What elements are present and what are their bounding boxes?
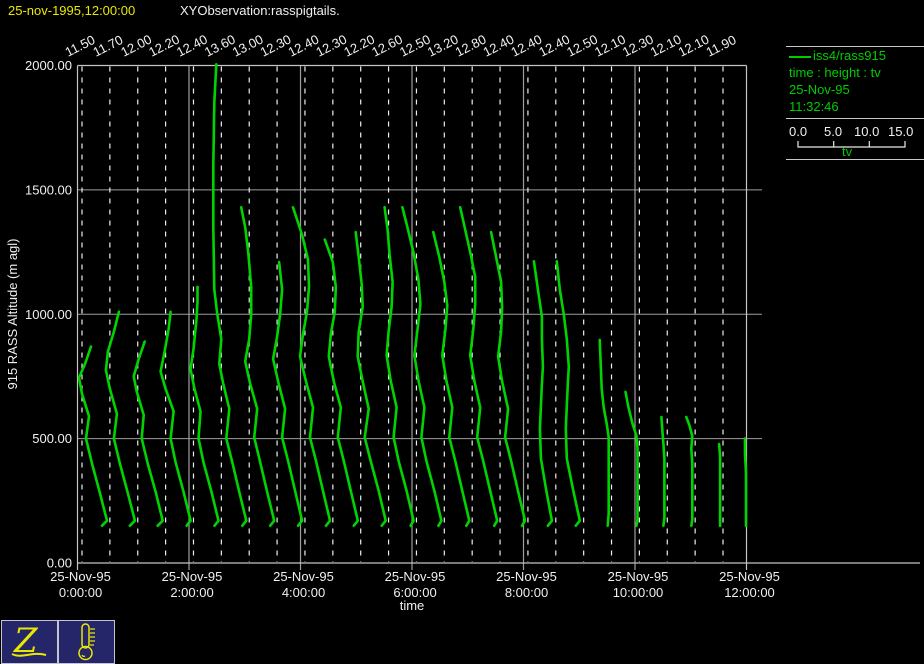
zebra-z-icon: Z bbox=[11, 621, 47, 661]
x-tick-date: 25-Nov-95 bbox=[50, 569, 111, 584]
pigtail-profile bbox=[717, 442, 722, 528]
pigtail-profile bbox=[291, 206, 332, 528]
tv-scale-ruler bbox=[797, 141, 906, 148]
thermometer-button[interactable] bbox=[58, 620, 115, 664]
legend-time: 11:32:46 bbox=[789, 99, 839, 114]
legend-date: 25-Nov-95 bbox=[789, 82, 850, 97]
x-tick-time: 12:00:00 bbox=[724, 585, 775, 600]
legend-separator bbox=[786, 118, 924, 119]
x-tick-date: 25-Nov-95 bbox=[385, 569, 446, 584]
series-line-sample bbox=[789, 55, 811, 58]
pigtail-profile bbox=[660, 415, 666, 528]
pigtail-profile bbox=[212, 63, 248, 528]
pigtail-profile bbox=[239, 206, 276, 528]
tv-scale-tick: 0.0 bbox=[789, 124, 808, 139]
legend-fields-row: time : height : tv bbox=[789, 65, 881, 80]
y-tick-label: 1000.00 bbox=[25, 307, 72, 322]
pigtail-profile bbox=[458, 206, 499, 528]
pigtail-profile bbox=[598, 338, 611, 528]
x-tick-date: 25-Nov-95 bbox=[162, 569, 223, 584]
x-tick-time: 2:00:00 bbox=[170, 585, 213, 600]
zebra-app-window: { "header": { "timestamp": "25-nov-1995,… bbox=[0, 0, 924, 664]
pigtail-profile bbox=[431, 230, 471, 528]
pigtail-profile bbox=[189, 285, 220, 528]
y-tick-label: 1500.00 bbox=[25, 182, 72, 197]
pigtail-profile bbox=[624, 390, 639, 528]
x-tick-date: 25-Nov-95 bbox=[719, 569, 780, 584]
x-tick-date: 25-Nov-95 bbox=[608, 569, 669, 584]
pigtail-profile bbox=[489, 230, 527, 528]
pigtail-profile bbox=[77, 345, 109, 528]
plot-legend: iss4/rass915 time : height : tv 25-Nov-9… bbox=[786, 46, 924, 119]
tv-scale: 0.0 5.0 10.0 15.0 tv bbox=[786, 122, 924, 162]
x-tick-time: 0:00:00 bbox=[59, 585, 102, 600]
pigtail-profile bbox=[555, 259, 582, 528]
y-tick-label: 2000.00 bbox=[25, 58, 72, 73]
pigtail-profile bbox=[401, 206, 443, 528]
x-axis-title: time bbox=[400, 598, 425, 613]
legend-series-row: iss4/rass915 bbox=[786, 47, 924, 64]
y-axis-title: 915 RASS Altitude (m agl) bbox=[5, 238, 20, 389]
zebra-logo-button[interactable]: Z bbox=[1, 620, 58, 664]
x-tick-time: 10:00:00 bbox=[613, 585, 664, 600]
top-tv-label: 11.90 bbox=[704, 32, 739, 60]
legend-bottom-rule bbox=[786, 159, 924, 160]
tv-scale-tick: 15.0 bbox=[888, 124, 914, 139]
x-tick-time: 8:00:00 bbox=[505, 585, 548, 600]
tv-scale-tick: 5.0 bbox=[824, 124, 843, 139]
tv-scale-tick: 10.0 bbox=[854, 124, 880, 139]
x-tick-time: 4:00:00 bbox=[282, 585, 325, 600]
pigtail-profile bbox=[743, 437, 748, 528]
y-tick-label: 500.00 bbox=[32, 431, 72, 446]
legend-series-label: iss4/rass915 bbox=[813, 48, 886, 63]
thermometer-icon bbox=[78, 623, 95, 661]
pigtail-profile bbox=[323, 238, 360, 528]
tv-scale-label: tv bbox=[842, 144, 853, 159]
x-tick-date: 25-Nov-95 bbox=[496, 569, 557, 584]
x-tick-date: 25-Nov-95 bbox=[273, 569, 334, 584]
pigtail-profile bbox=[684, 415, 694, 528]
pigtail-profile bbox=[532, 259, 554, 528]
